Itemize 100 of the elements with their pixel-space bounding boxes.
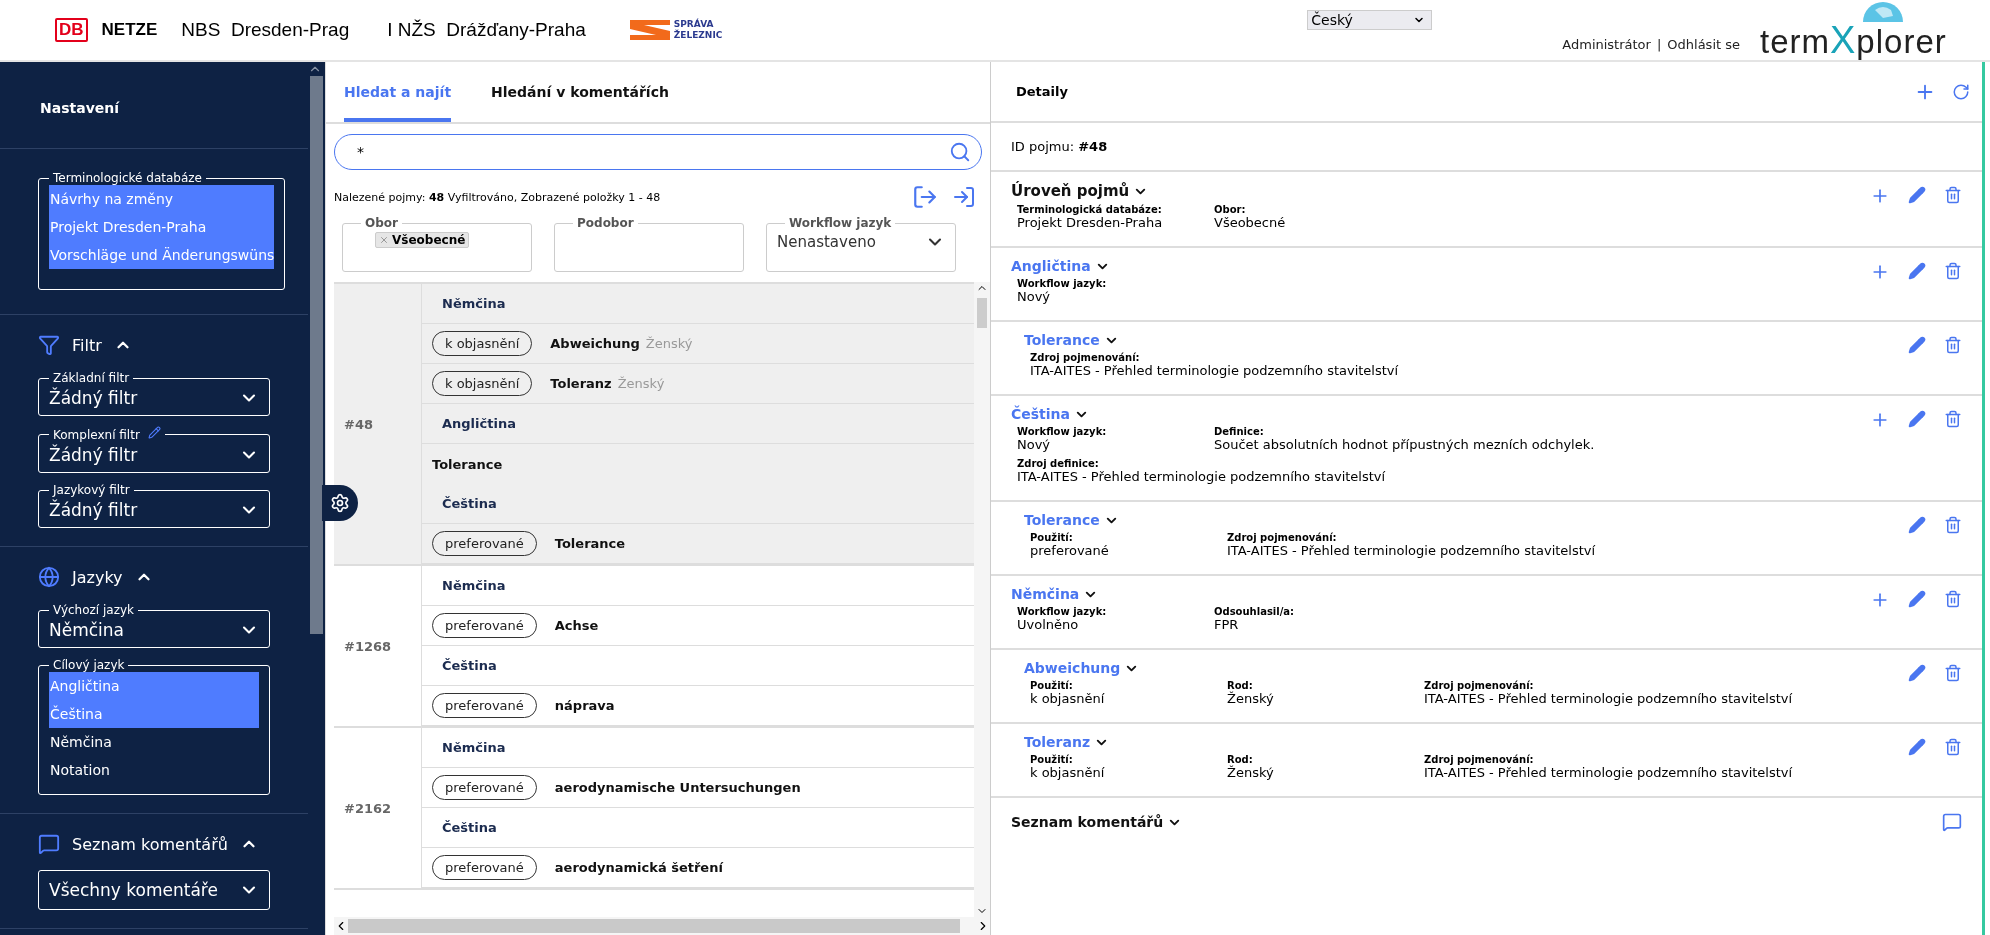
section-title[interactable]: Filtr xyxy=(72,335,102,355)
term-text[interactable]: náprava xyxy=(554,698,615,713)
delete-icon[interactable] xyxy=(1944,738,1962,756)
select-value: Žádný filtr xyxy=(49,500,138,520)
language-list[interactable]: Cílový jazyk Angličtina Čeština Němčina Notation xyxy=(38,658,270,795)
select-field[interactable]: Jazykový filtr Žádný filtr xyxy=(38,483,270,528)
search-icon[interactable] xyxy=(949,141,971,163)
gender-text: Ženský xyxy=(617,376,665,391)
tab[interactable]: Hledat a najít xyxy=(344,62,452,122)
list-item[interactable]: Němčina xyxy=(49,728,259,756)
tag-field[interactable]: Obor Všeobecné xyxy=(342,216,532,272)
section-title[interactable]: Tolerance xyxy=(1024,512,1100,528)
import-icon[interactable] xyxy=(952,185,976,209)
term-text[interactable]: Toleranz xyxy=(550,376,612,391)
field-label: Použití: xyxy=(1030,680,1074,691)
edit-icon[interactable] xyxy=(1908,590,1926,608)
remove-icon[interactable] xyxy=(379,235,389,245)
edit-icon[interactable] xyxy=(1908,738,1926,756)
list-item[interactable]: Vorschläge und Änderungswüns xyxy=(49,241,275,269)
brand-mark: DB xyxy=(55,18,88,42)
result-group[interactable]: #48 Němčina k objasnění Abweichung Ženský k objasnění Toleranz Ženský Angličtina Tolerance Čeština preferované Tolerance xyxy=(334,284,974,566)
select-value: Nenastaveno xyxy=(777,233,876,251)
scrollbar[interactable] xyxy=(974,282,990,917)
tab[interactable]: Hledání v komentářích xyxy=(491,62,669,122)
section-title[interactable]: Abweichung xyxy=(1024,660,1121,676)
refresh-icon[interactable] xyxy=(1952,82,1970,101)
edit-icon[interactable] xyxy=(1908,262,1926,280)
select-field[interactable]: Komplexní filtr Žádný filtr xyxy=(38,426,270,473)
list-item[interactable]: Návrhy na změny xyxy=(49,185,275,213)
select-field[interactable]: Workflow jazyk Nenastaveno xyxy=(766,216,956,272)
separator: | xyxy=(1656,37,1662,52)
select-field[interactable]: Výchozí jazyk Němčina xyxy=(38,603,270,648)
comment-icon[interactable] xyxy=(1942,812,1962,832)
tag-chip[interactable]: Všeobecné xyxy=(375,232,470,248)
select-field[interactable]: Základní filtr Žádný filtr xyxy=(38,371,270,416)
result-group[interactable]: #2162 Němčina preferované aerodynamische Untersuchungen Čeština preferované aerodynamická šetření xyxy=(334,728,974,890)
section-title[interactable]: Čeština xyxy=(1011,406,1070,422)
project-name: NBS Dresden-Prag xyxy=(181,19,350,41)
section-title[interactable]: Jazyky xyxy=(72,567,123,587)
select-value: Žádný filtr xyxy=(49,388,138,408)
scroll-thumb[interactable] xyxy=(348,919,960,933)
select-value: Všechny komentáře xyxy=(49,880,218,900)
edit-icon[interactable] xyxy=(1908,186,1926,204)
term-text[interactable]: Tolerance xyxy=(432,456,503,472)
pencil-icon[interactable] xyxy=(147,426,161,439)
field-label: Terminologická databáze: xyxy=(1017,204,1163,215)
scroll-thumb[interactable] xyxy=(977,298,987,328)
delete-icon[interactable] xyxy=(1944,262,1962,280)
export-icon[interactable] xyxy=(912,184,938,210)
scrollbar[interactable] xyxy=(334,917,990,935)
field-label: Zdroj pojmenování: xyxy=(1227,532,1338,543)
delete-icon[interactable] xyxy=(1944,590,1962,608)
tag-field[interactable]: Podobor xyxy=(554,216,744,272)
concept-id: #1268 xyxy=(344,638,392,654)
comment-icon xyxy=(38,833,60,855)
concept-id-text: ID pojmu: #48 xyxy=(1011,139,1108,154)
list-item[interactable]: Angličtina xyxy=(49,672,259,700)
scrollbar[interactable] xyxy=(308,62,325,935)
term-text[interactable]: Achse xyxy=(554,618,599,633)
term-text[interactable]: Tolerance xyxy=(554,536,626,551)
term-text[interactable]: aerodynamická šetření xyxy=(554,860,723,875)
list-item[interactable]: Čeština xyxy=(49,700,259,728)
section-title[interactable]: Angličtina xyxy=(1011,258,1091,274)
result-group[interactable]: #1268 Němčina preferované Achse Čeština preferované náprava xyxy=(334,566,974,728)
field-label: Použití: xyxy=(1030,532,1074,543)
section-title[interactable]: Seznam komentářů xyxy=(72,834,228,854)
field-label: Definice: xyxy=(1214,426,1265,437)
term-text[interactable]: aerodynamische Untersuchungen xyxy=(554,780,801,795)
section-title[interactable]: Toleranz xyxy=(1024,734,1091,750)
edit-icon[interactable] xyxy=(1908,516,1926,534)
field-value: Nový xyxy=(1017,289,1052,304)
delete-icon[interactable] xyxy=(1944,186,1962,204)
delete-icon[interactable] xyxy=(1944,336,1962,354)
list-item[interactable]: Projekt Dresden-Praha xyxy=(49,213,275,241)
delete-icon[interactable] xyxy=(1944,410,1962,428)
list-item[interactable]: Notation xyxy=(49,756,259,784)
concept-id: #48 xyxy=(344,416,373,432)
settings-button[interactable] xyxy=(322,485,358,521)
language-heading: Němčina xyxy=(442,296,506,311)
user-name[interactable]: Administrátor xyxy=(1562,37,1651,52)
section-title[interactable]: Němčina xyxy=(1011,586,1080,602)
delete-icon[interactable] xyxy=(1944,664,1962,682)
edit-icon[interactable] xyxy=(1908,410,1926,428)
select-field[interactable]: Všechny komentáře xyxy=(38,870,270,910)
section-title[interactable]: Seznam komentářů xyxy=(1011,814,1164,830)
delete-icon[interactable] xyxy=(1944,516,1962,534)
section-title[interactable]: Úroveň pojmů xyxy=(1011,182,1130,200)
edit-icon[interactable] xyxy=(1908,336,1926,354)
term-text[interactable]: Abweichung xyxy=(550,336,640,351)
scroll-thumb[interactable] xyxy=(310,76,323,635)
field-label: Odsouhlasil/a: xyxy=(1214,606,1295,617)
partner-logo-text: SPRÁVA xyxy=(673,19,715,29)
field-label: Použití: xyxy=(1030,754,1074,765)
field-value: ITA-AITES - Přehled terminologie podzemního stavitelství xyxy=(1424,691,1793,706)
section-title[interactable]: Tolerance xyxy=(1024,332,1100,348)
edit-icon[interactable] xyxy=(1908,664,1926,682)
field-label: Zdroj definice: xyxy=(1017,458,1100,469)
language-select[interactable]: Český xyxy=(1307,10,1433,30)
database-list[interactable]: Terminologické databáze Návrhy na změny Projekt Dresden-Praha Vorschläge und Änderungswüns xyxy=(38,171,286,290)
logout-link[interactable]: Odhlásit se xyxy=(1667,37,1740,52)
